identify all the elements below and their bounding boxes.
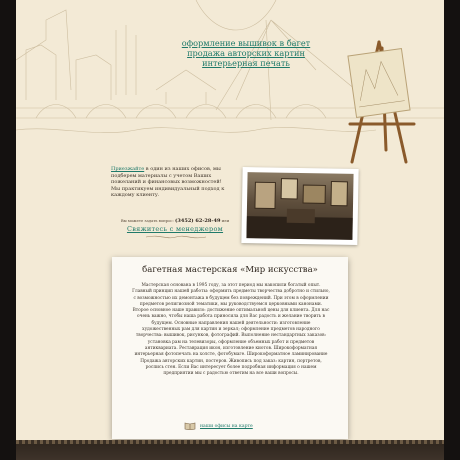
visit-info: Приезжайте в один из наших офисов, мы по… (111, 166, 231, 199)
phone-number: (3452) 62-28-49 (175, 218, 221, 224)
phone-line: Вы можете задать вопрос: (3452) 62-28-49… (120, 218, 230, 224)
service-link-printing[interactable]: интерьерная печать (166, 58, 326, 68)
footer (16, 440, 444, 460)
visit-link[interactable]: Приезжайте (111, 166, 144, 172)
book-icon (184, 422, 196, 430)
service-link-embroidery[interactable]: оформление вышивок в багет (166, 38, 326, 48)
workshop-photo-image (246, 172, 354, 240)
phone-suffix: или (221, 218, 230, 223)
footer-border (16, 440, 444, 444)
offices-map-link[interactable]: наши офисы на карте (200, 424, 253, 429)
page-frame: оформление вышивок в багет продажа автор… (0, 0, 460, 460)
page: оформление вышивок в багет продажа автор… (16, 0, 444, 460)
service-link-paintings[interactable]: продажа авторских картин (166, 48, 326, 58)
easel-icon (347, 40, 416, 164)
about-title: багетная мастерская «Мир искусства» (142, 265, 318, 275)
phone-prefix: Вы можете задать вопрос: (120, 218, 174, 223)
divider-ornament (146, 235, 206, 239)
about-text: Мастерская основана в 1995 году, за этот… (132, 283, 330, 377)
workshop-photo (241, 166, 359, 246)
services-links: оформление вышивок в багет продажа автор… (166, 38, 326, 68)
contact-manager-link[interactable]: Свяжитесь с менеджером (120, 225, 230, 233)
about-card: багетная мастерская «Мир искусства» Маст… (112, 257, 348, 439)
